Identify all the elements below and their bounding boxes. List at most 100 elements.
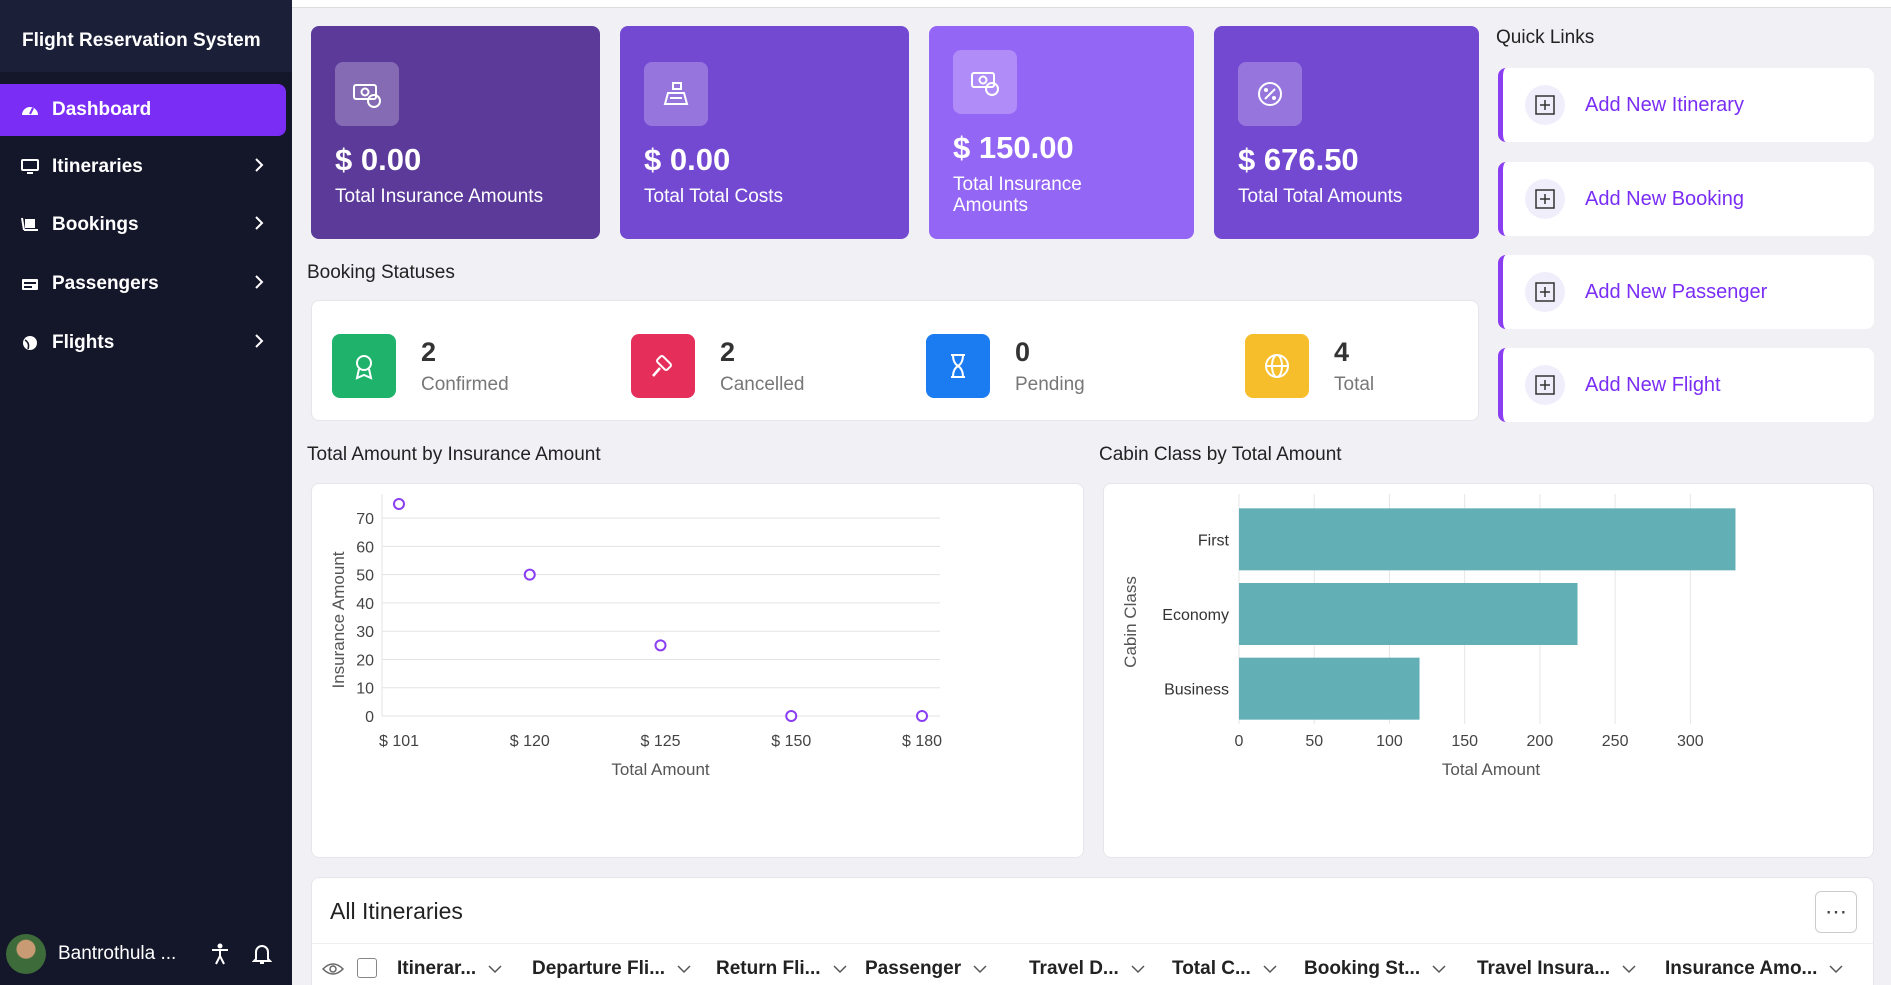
x-tick-label: 150	[1451, 733, 1478, 750]
chevron-down-icon[interactable]	[677, 958, 691, 980]
nav-label: Dashboard	[52, 99, 152, 120]
status-value: 2	[720, 336, 736, 367]
status-value: 4	[1334, 336, 1350, 367]
status-value: 2	[421, 336, 437, 367]
bell-icon[interactable]	[251, 943, 273, 971]
quick-link-label: Add New Flight	[1585, 373, 1721, 396]
column-header[interactable]: Travel D...	[1029, 944, 1145, 985]
summary-card-total-costs: $ 0.00 Total Total Costs	[620, 26, 909, 239]
nav-item-bookings[interactable]: Bookings	[0, 199, 286, 251]
summary-card-total-amounts: $ 676.50 Total Total Amounts	[1214, 26, 1479, 239]
card-label: Total Total Costs	[644, 186, 784, 207]
dashboard-icon	[20, 101, 40, 119]
nav-item-dashboard[interactable]: Dashboard	[0, 84, 286, 136]
column-header[interactable]: Total C...	[1172, 944, 1277, 985]
more-horizontal-icon: ⋯	[1825, 899, 1847, 924]
y-axis-label: Insurance Amount	[329, 551, 348, 688]
sidebar: Flight Reservation System Dashboard Itin…	[0, 0, 292, 985]
chevron-down-icon[interactable]	[1432, 958, 1446, 980]
accessibility-icon[interactable]	[210, 943, 230, 971]
user-bar: Bantrothula ...	[0, 923, 292, 985]
scatter-point	[654, 639, 667, 652]
chevron-down-icon[interactable]	[1622, 958, 1636, 980]
quick-link-label: Add New Passenger	[1585, 280, 1768, 303]
column-header[interactable]: Passenger	[865, 944, 987, 985]
card-label: Total Insurance Amounts	[335, 186, 544, 207]
gavel-icon	[631, 334, 695, 398]
chevron-down-icon[interactable]	[1263, 958, 1277, 980]
chevron-down-icon[interactable]	[488, 958, 502, 980]
quick-link-add-booking[interactable]: Add New Booking	[1498, 162, 1874, 236]
y-tick-label: 20	[356, 652, 374, 669]
x-tick-label: $ 120	[510, 733, 550, 750]
chevron-down-icon[interactable]	[973, 958, 987, 980]
scatter-point	[785, 710, 798, 722]
card-amount: $ 0.00	[335, 142, 422, 177]
nav-item-itineraries[interactable]: Itineraries	[0, 141, 286, 193]
status-label: Total	[1334, 373, 1375, 395]
x-tick-label: 50	[1305, 733, 1323, 750]
chevron-down-icon[interactable]	[1131, 958, 1145, 980]
nav-label: Bookings	[52, 214, 139, 235]
column-header-label: Travel Insura...	[1477, 958, 1611, 979]
category-label: Business	[1164, 682, 1229, 699]
nav-item-passengers[interactable]: Passengers	[0, 258, 286, 310]
avatar[interactable]	[6, 934, 46, 974]
app-title: Flight Reservation System	[0, 0, 292, 72]
quick-links-title: Quick Links	[1496, 27, 1595, 48]
percent-icon	[1238, 62, 1302, 126]
y-tick-label: 50	[356, 568, 374, 585]
nav-item-flights[interactable]: Flights	[0, 317, 286, 369]
luggage-cart-icon	[20, 216, 40, 234]
x-tick-label: $ 125	[640, 733, 680, 750]
more-options-button[interactable]: ⋯	[1815, 891, 1857, 933]
hourglass-icon	[926, 334, 990, 398]
x-axis-label: Total Amount	[611, 760, 710, 779]
quick-link-label: Add New Booking	[1585, 187, 1744, 210]
y-tick-label: 60	[356, 539, 374, 556]
booking-statuses-title: Booking Statuses	[307, 262, 455, 283]
bar	[1239, 657, 1420, 720]
user-name[interactable]: Bantrothula ...	[58, 943, 176, 965]
scatter-chart: 0 10 20 30 40 50 60 70 $ 101 $ 120 $ 125 $ 150 $ 180…	[329, 494, 942, 779]
eye-icon[interactable]	[321, 958, 345, 985]
column-header[interactable]: Itinerar...	[397, 944, 502, 985]
x-tick-label: 300	[1677, 733, 1704, 750]
chevron-down-icon[interactable]	[832, 958, 847, 980]
money-icon	[335, 62, 399, 126]
quick-link-add-flight[interactable]: Add New Flight	[1498, 348, 1874, 422]
column-header-label: Booking St...	[1304, 958, 1421, 979]
column-header-label: Travel D...	[1029, 958, 1119, 979]
nav-label: Itineraries	[52, 156, 143, 177]
column-header[interactable]: Return Fli...	[716, 944, 847, 985]
chevron-right-icon	[254, 333, 264, 355]
category-label: First	[1198, 532, 1230, 549]
quick-link-add-passenger[interactable]: Add New Passenger	[1498, 255, 1874, 329]
column-header[interactable]: Insurance Amo...	[1665, 944, 1843, 985]
x-tick-label: 100	[1376, 733, 1403, 750]
x-tick-label: $ 101	[379, 733, 419, 750]
scatter-point	[523, 568, 536, 581]
column-header[interactable]: Booking St...	[1304, 944, 1446, 985]
x-tick-label: 0	[1235, 733, 1244, 750]
card-amount: $ 150.00	[953, 130, 1074, 165]
column-header[interactable]: Departure Fli...	[532, 944, 691, 985]
status-label: Pending	[1015, 373, 1085, 395]
column-header[interactable]: Travel Insura...	[1477, 944, 1636, 985]
y-axis-label: Cabin Class	[1121, 576, 1140, 668]
select-all-checkbox[interactable]	[357, 958, 377, 978]
y-tick-label: 30	[356, 624, 374, 641]
plus-square-icon	[1525, 272, 1565, 312]
x-tick-label: $ 150	[771, 733, 811, 750]
quick-link-add-itinerary[interactable]: Add New Itinerary	[1498, 68, 1874, 142]
column-header-label: Departure Fli...	[532, 958, 666, 979]
card-label: Total Insurance Amounts	[953, 174, 1082, 216]
plus-square-icon	[1525, 365, 1565, 405]
scatter-point	[916, 710, 928, 722]
y-tick-label: 10	[356, 681, 374, 698]
column-header-label: Itinerar...	[397, 958, 477, 979]
id-card-icon	[20, 275, 40, 293]
chevron-down-icon[interactable]	[1829, 958, 1843, 980]
scatter-chart-panel: 0 10 20 30 40 50 60 70 $ 101 $ 120 $ 125 $ 150 $ 180…	[311, 483, 1084, 858]
scatter-chart-title: Total Amount by Insurance Amount	[307, 444, 601, 465]
